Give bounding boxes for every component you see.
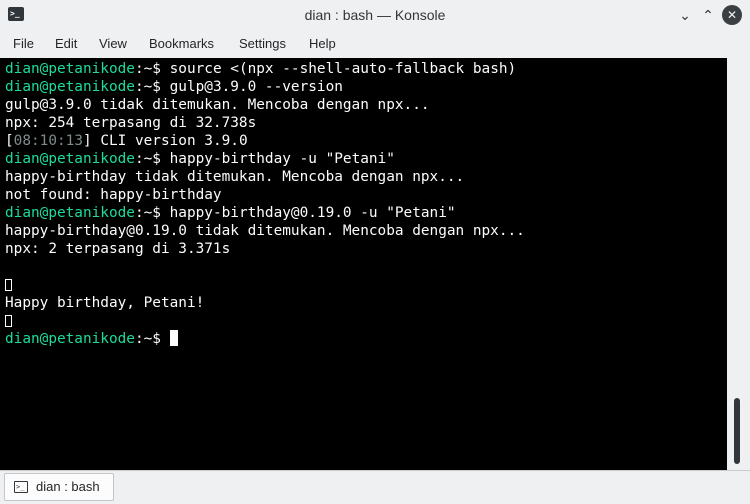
terminal-line: dian@petanikode:~$ <box>5 330 525 348</box>
command-text: gulp@3.9.0 --version <box>160 79 343 95</box>
prompt-user-host: dian@petanikode <box>5 151 135 167</box>
menu-help[interactable]: Help <box>309 30 336 58</box>
menu-settings[interactable]: Settings <box>239 30 286 58</box>
menu-file[interactable]: File <box>13 30 34 58</box>
output-text: not found: happy-birthday <box>5 187 222 203</box>
output-text: CLI version 3.9.0 <box>91 133 248 149</box>
command-text: happy-birthday -u "Petani" <box>160 151 395 167</box>
output-text: Happy birthday, Petani! <box>5 295 205 311</box>
terminal-line: dian@petanikode:~$ happy-birthday@0.19.0… <box>5 204 525 222</box>
terminal-line: not found: happy-birthday <box>5 186 525 204</box>
tab-bar: >_ dian : bash <box>0 470 750 504</box>
window-title: dian : bash — Konsole <box>304 7 446 23</box>
terminal-line: npx: 254 terpasang di 32.738s <box>5 114 525 132</box>
tab-dian-bash[interactable]: >_ dian : bash <box>4 473 114 501</box>
terminal-icon: >_ <box>14 481 28 493</box>
terminal-line: dian@petanikode:~$ gulp@3.9.0 --version <box>5 78 525 96</box>
prompt-suffix: :~$ <box>134 61 161 77</box>
menu-edit[interactable]: Edit <box>55 30 77 58</box>
scrollbar-thumb[interactable] <box>734 398 740 464</box>
missing-glyph-icon <box>5 279 12 291</box>
terminal-line: happy-birthday tidak ditemukan. Mencoba … <box>5 168 525 186</box>
tab-label: dian : bash <box>36 479 100 494</box>
terminal-line: gulp@3.9.0 tidak ditemukan. Mencoba deng… <box>5 96 525 114</box>
prompt-suffix: :~$ <box>134 205 161 221</box>
terminal-output: dian@petanikode:~$ source <(npx --shell-… <box>5 60 525 348</box>
terminal-scrollbar[interactable] <box>727 58 750 470</box>
terminal-view[interactable]: dian@petanikode:~$ source <(npx --shell-… <box>0 58 750 470</box>
output-text: happy-birthday tidak ditemukan. Mencoba … <box>5 169 465 185</box>
prompt-suffix: :~$ <box>134 79 161 95</box>
command-text: happy-birthday@0.19.0 -u "Petani" <box>160 205 456 221</box>
log-bracket-open: [ <box>5 133 14 149</box>
prompt-user-host: dian@petanikode <box>5 61 135 77</box>
missing-glyph-icon <box>5 315 12 327</box>
prompt-suffix: :~$ <box>134 151 161 167</box>
output-text: npx: 2 terpasang di 3.371s <box>5 241 231 257</box>
maximize-icon[interactable]: ⌃ <box>698 5 718 25</box>
terminal-line: happy-birthday@0.19.0 tidak ditemukan. M… <box>5 222 525 240</box>
terminal-line: [08:10:13] CLI version 3.9.0 <box>5 132 525 150</box>
command-text: source <(npx --shell-auto-fallback bash) <box>160 61 517 77</box>
terminal-line: dian@petanikode:~$ source <(npx --shell-… <box>5 60 525 78</box>
minimize-icon[interactable]: ⌄ <box>675 5 695 25</box>
terminal-line <box>5 312 525 330</box>
menu-bar: File Edit View Bookmarks Settings Help <box>0 30 750 58</box>
prompt-user-host: dian@petanikode <box>5 205 135 221</box>
output-text: gulp@3.9.0 tidak ditemukan. Mencoba deng… <box>5 97 430 113</box>
prompt-suffix: :~$ <box>134 331 161 347</box>
menu-bookmarks[interactable]: Bookmarks <box>149 30 214 58</box>
command-text <box>161 331 170 347</box>
menu-view[interactable]: View <box>99 30 127 58</box>
prompt-user-host: dian@petanikode <box>5 79 135 95</box>
prompt-user-host: dian@petanikode <box>5 331 135 347</box>
terminal-line: Happy birthday, Petani! <box>5 294 525 312</box>
terminal-line <box>5 276 525 294</box>
log-bracket-close: ] <box>82 133 92 149</box>
terminal-line: npx: 2 terpasang di 3.371s <box>5 240 525 258</box>
log-timestamp: 08:10:13 <box>13 133 83 149</box>
output-text: npx: 254 terpasang di 32.738s <box>5 115 257 131</box>
output-text: happy-birthday@0.19.0 tidak ditemukan. M… <box>5 223 525 239</box>
title-bar: >_ dian : bash — Konsole ⌄ ⌃ ✕ <box>0 0 750 30</box>
terminal-line: dian@petanikode:~$ happy-birthday -u "Pe… <box>5 150 525 168</box>
text-cursor <box>169 330 178 346</box>
close-icon[interactable]: ✕ <box>722 5 742 25</box>
